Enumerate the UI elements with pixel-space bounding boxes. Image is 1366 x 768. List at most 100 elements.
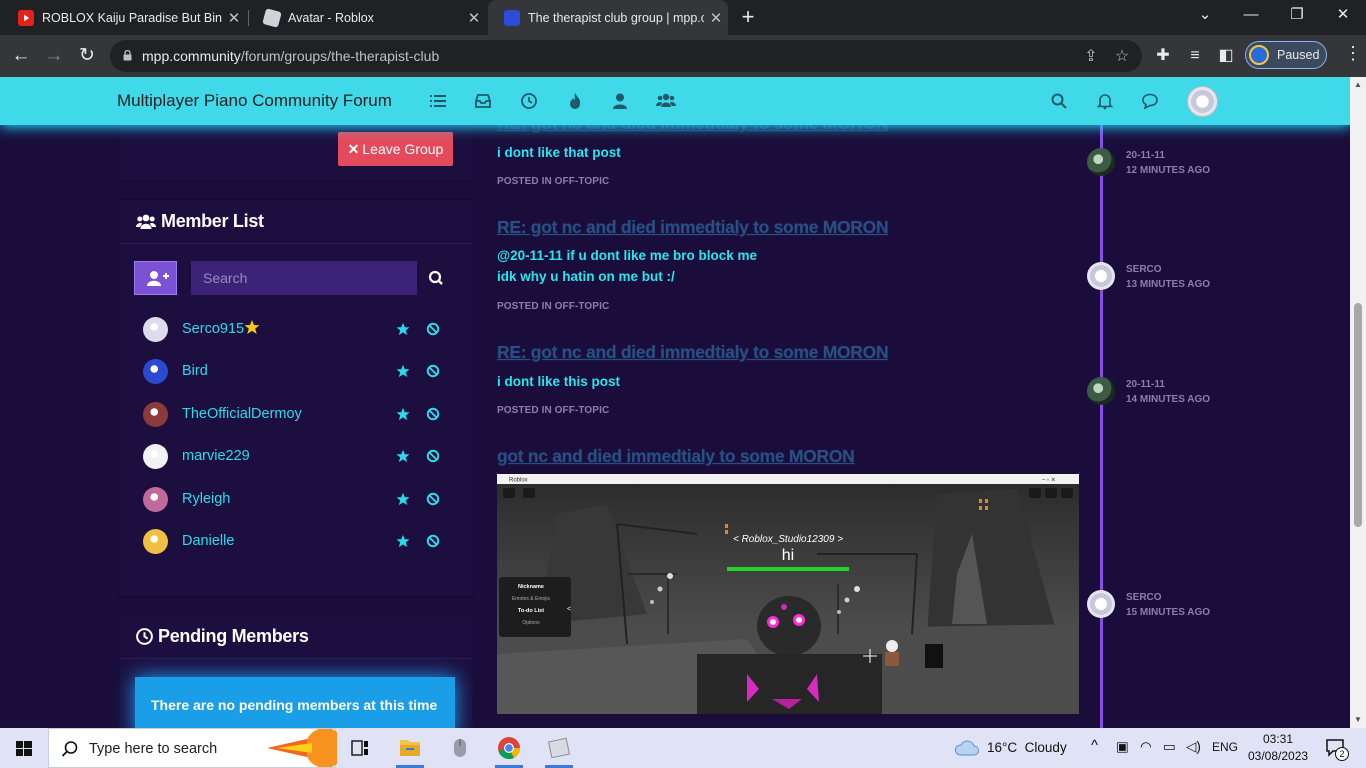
clock-icon[interactable] bbox=[520, 92, 538, 110]
minimize-button[interactable]: — bbox=[1228, 0, 1274, 30]
tab-avatar-roblox[interactable]: Avatar - Roblox ✕ bbox=[248, 0, 486, 35]
timeline-avatar[interactable] bbox=[1087, 590, 1115, 618]
timeline-avatar[interactable] bbox=[1087, 262, 1115, 290]
timeline-user[interactable]: SERCO bbox=[1126, 264, 1162, 275]
post-category[interactable]: POSTED IN OFF-TOPIC bbox=[497, 176, 609, 187]
battery-icon[interactable]: ▭ bbox=[1163, 739, 1176, 755]
timeline-avatar[interactable] bbox=[1087, 377, 1115, 405]
media-control-icon[interactable]: ≡ bbox=[1185, 46, 1205, 66]
address-bar[interactable]: mpp.community/forum/groups/the-therapist… bbox=[110, 40, 1142, 72]
member-name[interactable]: Serco915 bbox=[182, 321, 244, 337]
member-search-input[interactable] bbox=[191, 261, 417, 295]
back-button[interactable]: ← bbox=[8, 43, 34, 69]
tab-search-icon[interactable]: ⌄ bbox=[1182, 0, 1228, 30]
users-icon[interactable] bbox=[656, 92, 676, 110]
close-tab-icon[interactable]: ✕ bbox=[222, 9, 246, 27]
file-explorer-button[interactable] bbox=[386, 728, 434, 768]
close-tab-icon[interactable]: ✕ bbox=[462, 9, 486, 27]
post-category[interactable]: POSTED IN OFF-TOPIC bbox=[497, 405, 609, 416]
ban-icon[interactable] bbox=[426, 534, 440, 548]
member-name[interactable]: Danielle bbox=[182, 533, 234, 549]
clock-time[interactable]: 03:31 bbox=[1263, 732, 1293, 746]
scroll-up-arrow[interactable]: ▲ bbox=[1354, 80, 1362, 89]
post-title[interactable]: got nc and died immedtialy to some MORON bbox=[497, 446, 855, 467]
timeline-user[interactable]: 20-11-11 bbox=[1126, 379, 1165, 390]
promote-star-icon[interactable] bbox=[396, 534, 410, 548]
clock-date[interactable]: 03/08/2023 bbox=[1248, 749, 1308, 763]
roblox-app-button[interactable] bbox=[535, 728, 583, 768]
show-hidden-icons[interactable]: ^ bbox=[1091, 737, 1098, 754]
post-title[interactable]: RE: got nc and died immedtialy to some M… bbox=[497, 342, 889, 363]
task-view-button[interactable] bbox=[336, 728, 384, 768]
bell-icon[interactable] bbox=[1096, 92, 1114, 110]
maximize-button[interactable]: ❐ bbox=[1274, 0, 1320, 30]
profile-button[interactable]: Paused bbox=[1245, 41, 1327, 69]
list-icon[interactable] bbox=[429, 92, 447, 110]
chrome-button[interactable] bbox=[485, 728, 533, 768]
member-name[interactable]: Bird bbox=[182, 363, 208, 379]
weather-text[interactable]: 16°C Cloudy bbox=[987, 740, 1067, 755]
chat-icon[interactable] bbox=[1141, 92, 1159, 110]
ban-icon[interactable] bbox=[426, 407, 440, 421]
member-row[interactable]: Serco915 bbox=[134, 315, 454, 345]
scrollbar-thumb[interactable] bbox=[1354, 303, 1362, 527]
member-row[interactable]: Danielle bbox=[134, 527, 454, 557]
member-name[interactable]: TheOfficialDermoy bbox=[182, 406, 302, 422]
scroll-down-arrow[interactable]: ▼ bbox=[1354, 715, 1362, 724]
user-avatar[interactable] bbox=[1187, 86, 1218, 117]
ban-icon[interactable] bbox=[426, 322, 440, 336]
inbox-icon[interactable] bbox=[474, 92, 492, 110]
tab-therapist-club[interactable]: The therapist club group | mpp.co ✕ bbox=[488, 0, 728, 35]
start-button[interactable] bbox=[0, 728, 48, 768]
fire-icon[interactable] bbox=[566, 92, 584, 110]
member-avatar[interactable] bbox=[143, 444, 168, 469]
promote-star-icon[interactable] bbox=[396, 449, 410, 463]
post-category[interactable]: POSTED IN OFF-TOPIC bbox=[497, 301, 609, 312]
close-tab-icon[interactable]: ✕ bbox=[704, 9, 728, 27]
site-brand[interactable]: Multiplayer Piano Community Forum bbox=[117, 91, 392, 111]
member-name[interactable]: Ryleigh bbox=[182, 491, 230, 507]
post-image[interactable]: Roblox – ▫ ✕ < Roblox_Studio12309 > hi N… bbox=[497, 474, 1079, 714]
member-row[interactable]: marvie229 bbox=[134, 442, 454, 472]
new-tab-button[interactable]: + bbox=[736, 4, 760, 30]
post-title[interactable]: RE: got nc and died immedtialy to some M… bbox=[497, 217, 889, 238]
side-panel-icon[interactable]: ◧ bbox=[1216, 46, 1236, 66]
member-name[interactable]: marvie229 bbox=[182, 448, 250, 464]
ban-icon[interactable] bbox=[426, 364, 440, 378]
leave-group-button[interactable]: ✕ Leave Group bbox=[338, 132, 453, 166]
wifi-icon[interactable]: ◠ bbox=[1140, 739, 1152, 755]
extensions-icon[interactable]: ✚ bbox=[1153, 46, 1173, 66]
language-indicator[interactable]: ENG bbox=[1212, 740, 1238, 754]
member-avatar[interactable] bbox=[143, 402, 168, 427]
promote-star-icon[interactable] bbox=[396, 407, 410, 421]
ban-icon[interactable] bbox=[426, 449, 440, 463]
promote-star-icon[interactable] bbox=[396, 322, 410, 336]
member-row[interactable]: TheOfficialDermoy bbox=[134, 400, 454, 430]
mouse-app-button[interactable] bbox=[436, 728, 484, 768]
tab-youtube[interactable]: ROBLOX Kaiju Paradise But Bingo ✕ bbox=[2, 0, 246, 35]
member-avatar[interactable] bbox=[143, 487, 168, 512]
forward-button[interactable]: → bbox=[41, 43, 67, 69]
timeline-user[interactable]: 20-11-11 bbox=[1126, 150, 1165, 161]
member-row[interactable]: Bird bbox=[134, 357, 454, 387]
bookmark-star-icon[interactable]: ☆ bbox=[1111, 46, 1133, 68]
reload-button[interactable]: ↻ bbox=[74, 43, 100, 69]
member-search-button[interactable] bbox=[417, 261, 455, 295]
member-row[interactable]: Ryleigh bbox=[134, 485, 454, 515]
page-scrollbar[interactable]: ▲ ▼ bbox=[1350, 77, 1366, 728]
taskbar-search[interactable]: Type here to search bbox=[48, 728, 337, 768]
ban-icon[interactable] bbox=[426, 492, 440, 506]
share-icon[interactable]: ⇪ bbox=[1080, 46, 1102, 68]
search-icon[interactable] bbox=[1050, 92, 1068, 110]
add-member-button[interactable] bbox=[134, 261, 177, 295]
user-icon[interactable] bbox=[611, 92, 629, 110]
volume-icon[interactable]: ◁) bbox=[1186, 739, 1201, 755]
member-avatar[interactable] bbox=[143, 359, 168, 384]
timeline-avatar[interactable] bbox=[1087, 148, 1115, 176]
member-avatar[interactable] bbox=[143, 529, 168, 554]
timeline-user[interactable]: SERCO bbox=[1126, 592, 1162, 603]
meet-now-icon[interactable]: ▣ bbox=[1116, 739, 1129, 755]
promote-star-icon[interactable] bbox=[396, 492, 410, 506]
member-avatar[interactable] bbox=[143, 317, 168, 342]
promote-star-icon[interactable] bbox=[396, 364, 410, 378]
